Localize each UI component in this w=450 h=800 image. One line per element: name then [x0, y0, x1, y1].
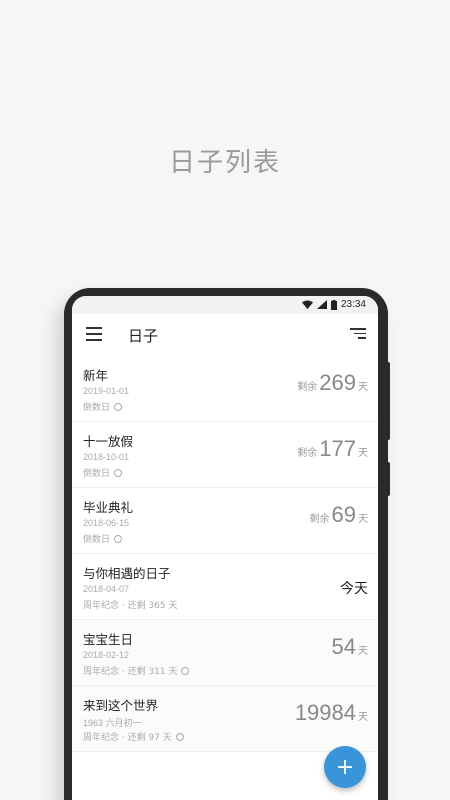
count-unit: 天	[358, 712, 368, 723]
alarm-icon	[114, 468, 123, 477]
item-type: 倒数日	[83, 469, 111, 479]
item-type: 周年纪念 · 还剩 365 天	[83, 601, 178, 611]
item-count: 剩余 269 天	[297, 370, 368, 396]
alarm-icon	[114, 534, 123, 543]
item-type: 周年纪念 · 还剩 97 天	[83, 733, 172, 743]
phone-screen: 23:34 日子 新年 2019-01-01 倒数日 剩余 269 天 十一放假…	[72, 296, 378, 800]
count-number: 54	[331, 634, 356, 659]
volume-button	[386, 362, 390, 440]
count-unit: 天	[358, 382, 368, 393]
app-title: 日子	[128, 327, 159, 345]
item-type: 倒数日	[83, 535, 111, 545]
count-prefix: 剩余	[309, 514, 330, 525]
item-subtitle: 倒数日	[83, 466, 123, 479]
item-count: 剩余 69 天	[310, 502, 368, 528]
item-type: 倒数日	[83, 403, 111, 413]
alarm-icon	[175, 732, 184, 741]
add-button[interactable]: +	[324, 746, 366, 788]
battery-icon	[330, 299, 337, 310]
status-icons: 23:34	[301, 299, 366, 310]
item-title: 来到这个世界	[83, 698, 159, 713]
item-subtitle: 周年纪念 · 还剩 365 天	[83, 598, 177, 611]
list-item[interactable]: 十一放假 2018-10-01 倒数日 剩余 177 天	[72, 422, 378, 488]
item-date: 1963 六月初一	[83, 718, 142, 728]
item-title: 毕业典礼	[83, 500, 134, 515]
alarm-icon	[181, 666, 190, 675]
count-unit: 天	[358, 448, 368, 459]
count-prefix: 剩余	[297, 448, 318, 459]
item-title: 宝宝生日	[83, 632, 134, 647]
app-bar: 日子	[72, 314, 378, 356]
item-subtitle: 周年纪念 · 还剩 97 天	[83, 730, 184, 743]
item-title: 十一放假	[83, 434, 134, 449]
item-date: 2018-02-12	[83, 650, 130, 660]
item-title: 与你相遇的日子	[83, 566, 171, 581]
item-date: 2018-04-07	[83, 584, 130, 594]
status-time: 23:34	[340, 299, 366, 310]
item-count: 54 天	[332, 634, 368, 660]
page-headline: 日子列表	[168, 148, 281, 178]
sort-icon[interactable]	[350, 328, 366, 340]
item-type: 周年纪念 · 还剩 311 天	[83, 667, 178, 677]
power-button	[386, 462, 390, 496]
signal-icon	[316, 300, 327, 309]
list-item[interactable]: 新年 2019-01-01 倒数日 剩余 269 天	[72, 356, 378, 422]
item-subtitle: 倒数日	[83, 532, 123, 545]
item-date: 2019-01-01	[83, 386, 130, 396]
wifi-icon	[301, 300, 313, 309]
day-list: 新年 2019-01-01 倒数日 剩余 269 天 十一放假 2018-10-…	[72, 356, 378, 752]
count-unit: 天	[358, 646, 368, 657]
item-date: 2018-06-15	[83, 518, 130, 528]
count-unit: 天	[358, 514, 368, 525]
item-count: 剩余 177 天	[297, 436, 368, 462]
count-number: 177	[319, 436, 356, 461]
alarm-icon	[114, 402, 123, 411]
count-number: 19984	[294, 700, 356, 725]
list-item[interactable]: 毕业典礼 2018-06-15 倒数日 剩余 69 天	[72, 488, 378, 554]
list-item[interactable]: 与你相遇的日子 2018-04-07 周年纪念 · 还剩 365 天 今天	[72, 554, 378, 620]
item-date: 2018-10-01	[83, 452, 130, 462]
item-subtitle: 倒数日	[83, 400, 123, 413]
status-bar: 23:34	[72, 296, 378, 314]
count-number: 269	[319, 370, 356, 395]
list-item[interactable]: 来到这个世界 1963 六月初一 周年纪念 · 还剩 97 天 19984 天	[72, 686, 378, 752]
today-label: 今天	[340, 581, 368, 597]
list-item[interactable]: 宝宝生日 2018-02-12 周年纪念 · 还剩 311 天 54 天	[72, 620, 378, 686]
item-title: 新年	[83, 368, 109, 383]
count-prefix: 剩余	[297, 382, 318, 393]
menu-icon[interactable]	[86, 327, 102, 341]
item-subtitle: 周年纪念 · 还剩 311 天	[83, 664, 190, 677]
count-number: 69	[331, 502, 356, 527]
item-count: 19984 天	[295, 700, 368, 726]
